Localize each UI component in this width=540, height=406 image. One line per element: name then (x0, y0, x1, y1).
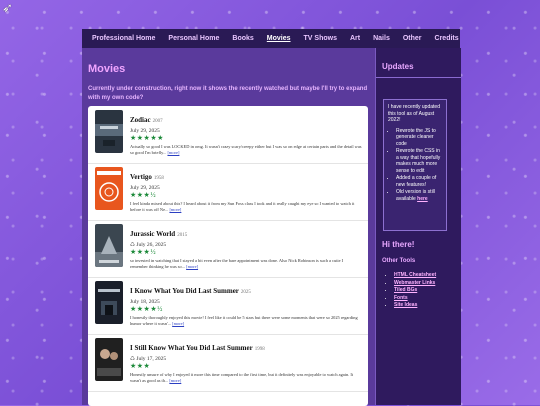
review-text: Honestly unsure of why I enjoyed it more… (130, 372, 354, 383)
movie-item: I Know What You Did Last Summer 2025 July… (88, 277, 368, 335)
tool-item: Tiled BGs (394, 287, 436, 295)
movie-year: 2007 (152, 119, 163, 124)
movie-item: Zodiac 2007 July 29, 2025 ★★★★★ Actually … (88, 106, 368, 164)
more-link[interactable]: [more] (167, 150, 179, 155)
update-item: Rewrote the CSS in a way that hopefully … (396, 148, 442, 174)
update-item: Added a couple of new features! (396, 175, 442, 188)
poster-i-know-what-you-did[interactable] (95, 281, 123, 324)
nav-professional-home[interactable]: Professional Home (92, 35, 155, 42)
star-rating: ★★★★★ (130, 134, 164, 142)
tool-item: Webmaster Links (394, 280, 436, 288)
movie-year: 2025 (240, 290, 251, 295)
other-tools-title: Other Tools (382, 258, 416, 264)
tool-link-site-ideas[interactable]: Site Ideas (394, 302, 417, 308)
updates-list: Rewrote the JS to generate cleaner code … (388, 128, 442, 203)
nav-movies[interactable]: Movies (267, 35, 291, 42)
nav-personal-home[interactable]: Personal Home (168, 35, 219, 42)
sidebar: Updates I have recently updated this too… (375, 48, 461, 405)
tool-item: Site Ideas (394, 302, 436, 310)
top-nav: Professional Home Personal Home Books Mo… (82, 29, 460, 48)
movie-item: I Still Know What You Did Last Summer 199… (88, 334, 368, 392)
movie-title[interactable]: I Know What You Did Last Summer (130, 287, 239, 295)
movie-title[interactable]: Jurassic World (130, 230, 175, 238)
nav-books[interactable]: Books (232, 35, 253, 42)
review-text: Actually so good I was LOCKED in omg. It… (130, 144, 362, 155)
poster-i-still-know[interactable] (95, 338, 123, 381)
star-rating: ★★★★½ (130, 305, 163, 313)
review-text: so invested in watching that I stayed a … (130, 258, 344, 269)
tool-link-webmaster-links[interactable]: Webmaster Links (394, 280, 435, 286)
tool-link-html-cheatsheet[interactable]: HTML Cheatsheet (394, 272, 436, 278)
tool-link-fonts[interactable]: Fonts (394, 295, 408, 301)
more-link[interactable]: [more] (172, 321, 184, 326)
nav-credits[interactable]: Credits (435, 35, 459, 42)
poster-zodiac[interactable] (95, 110, 123, 153)
movie-title[interactable]: I Still Know What You Did Last Summer (130, 344, 253, 352)
page-title: Movies (88, 63, 126, 75)
movie-item: Jurassic World 2015 ♺ July 26, 2025 ★★★½ … (88, 220, 368, 278)
movie-year: 1998 (254, 347, 265, 352)
nav-nails[interactable]: Nails (373, 35, 390, 42)
movie-year: 2015 (177, 233, 188, 238)
tool-link-tiled-bgs[interactable]: Tiled BGs (394, 287, 417, 293)
more-link[interactable]: [more] (169, 378, 181, 383)
updates-intro: I have recently updated this tool as of … (388, 104, 440, 123)
nav-art[interactable]: Art (350, 35, 360, 42)
more-link[interactable]: [more] (169, 207, 181, 212)
star-rating: ★★★½ (130, 248, 157, 256)
old-version-link[interactable]: here (417, 196, 428, 202)
star-rating: ★★★½ (130, 191, 157, 199)
page-intro: Currently under construction, right now … (88, 86, 368, 101)
tool-item: HTML Cheatsheet (394, 272, 436, 280)
star-rating: ★★★ (130, 362, 151, 370)
hi-title: Hi there! (382, 240, 415, 249)
updates-title: Updates (382, 62, 414, 71)
tool-item: Fonts (394, 295, 436, 303)
review-text: I feel kinda mixed about this? I heard a… (130, 201, 355, 212)
other-tools-list: HTML Cheatsheet Webmaster Links Tiled BG… (382, 272, 436, 310)
update-item-old-version: Old version is still available here (396, 189, 442, 202)
nav-other[interactable]: Other (403, 35, 422, 42)
main-content: Movies Currently under construction, rig… (82, 48, 375, 406)
updates-box: I have recently updated this tool as of … (383, 99, 447, 231)
update-item: Rewrote the JS to generate cleaner code (396, 128, 442, 148)
sidebar-divider (376, 77, 461, 78)
mouse-cursor-icon: ➶ (2, 1, 13, 16)
review-text: I honestly thoroughly enjoyed this movie… (130, 315, 358, 326)
site-wrapper: Professional Home Personal Home Books Mo… (82, 29, 461, 406)
movie-list: Zodiac 2007 July 29, 2025 ★★★★★ Actually … (88, 106, 368, 406)
movie-title[interactable]: Zodiac (130, 116, 151, 124)
poster-vertigo[interactable] (95, 167, 123, 210)
poster-jurassic-world[interactable] (95, 224, 123, 267)
more-link[interactable]: [more] (186, 264, 198, 269)
movie-item: Vertigo 1958 July 29, 2025 ★★★½ I feel ki… (88, 163, 368, 221)
nav-tv-shows[interactable]: TV Shows (304, 35, 337, 42)
movie-title[interactable]: Vertigo (130, 173, 152, 181)
movie-year: 1958 (153, 176, 164, 181)
